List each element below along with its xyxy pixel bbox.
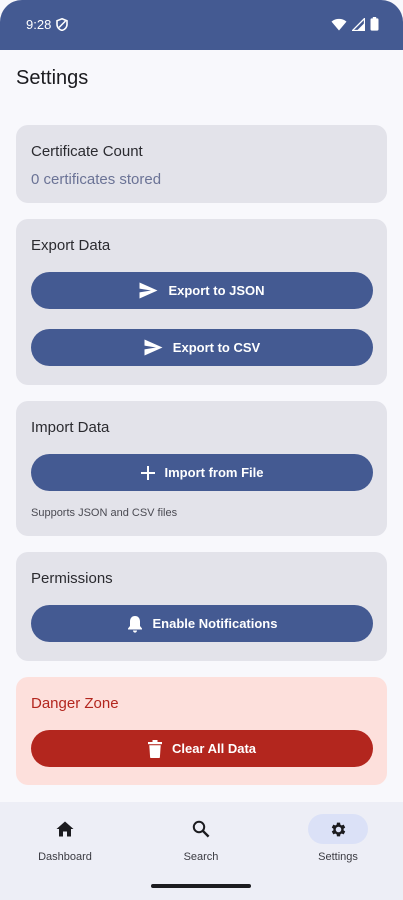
- send-icon: [144, 339, 163, 356]
- certificate-count-value: 0 certificates stored: [31, 171, 162, 188]
- clear-all-data-label: Clear All Data: [171, 741, 257, 756]
- status-right: [331, 17, 379, 31]
- clear-all-data-button[interactable]: Clear All Data: [31, 730, 373, 767]
- battery-icon: [370, 17, 379, 31]
- status-bar: 9:28: [0, 0, 403, 50]
- status-left: 9:28: [26, 16, 69, 32]
- export-csv-label: Export to CSV: [172, 340, 261, 355]
- danger-zone-title: Danger Zone: [31, 695, 119, 712]
- bell-icon: [127, 615, 142, 633]
- certificate-count-card: Certificate Count 0 certificates stored: [16, 125, 387, 203]
- export-data-title: Export Data: [31, 237, 111, 254]
- export-json-label: Export to JSON: [168, 283, 265, 298]
- vpn-shield-icon: [56, 17, 69, 31]
- nav-icon-container: [35, 814, 95, 844]
- nav-icon-container-active: [308, 814, 368, 844]
- nav-label-dashboard: Dashboard: [38, 851, 92, 863]
- permissions-card: Permissions Enable Notifications: [16, 552, 387, 661]
- import-hint: Supports JSON and CSV files: [31, 507, 178, 519]
- cellular-signal-icon: [352, 17, 365, 31]
- wifi-icon: [331, 18, 347, 30]
- trash-icon: [147, 739, 162, 758]
- export-json-button[interactable]: Export to JSON: [31, 272, 373, 309]
- import-data-card: Import Data Import from File Supports JS…: [16, 401, 387, 536]
- home-icon: [56, 821, 74, 837]
- nav-item-settings[interactable]: Settings: [298, 814, 378, 864]
- nav-label-settings: Settings: [318, 851, 358, 863]
- nav-item-search[interactable]: Search: [161, 814, 241, 864]
- page-title: Settings: [16, 67, 89, 89]
- enable-notifications-button[interactable]: Enable Notifications: [31, 605, 373, 642]
- import-file-button[interactable]: Import from File: [31, 454, 373, 491]
- import-file-label: Import from File: [164, 465, 264, 480]
- home-indicator[interactable]: [151, 884, 251, 888]
- nav-label-search: Search: [183, 851, 219, 863]
- nav-icon-container: [171, 814, 231, 844]
- danger-zone-card: Danger Zone Clear All Data: [16, 677, 387, 785]
- nav-item-dashboard[interactable]: Dashboard: [25, 814, 105, 864]
- search-icon: [192, 820, 210, 838]
- import-data-title: Import Data: [31, 419, 110, 436]
- plus-icon: [140, 465, 155, 480]
- export-data-card: Export Data Export to JSON Export to CSV: [16, 219, 387, 385]
- status-time: 9:28: [26, 16, 52, 32]
- send-icon: [139, 282, 158, 299]
- export-csv-button[interactable]: Export to CSV: [31, 329, 373, 366]
- enable-notifications-label: Enable Notifications: [152, 616, 278, 631]
- certificate-count-title: Certificate Count: [31, 143, 143, 160]
- permissions-title: Permissions: [31, 570, 113, 587]
- gear-icon: [331, 822, 345, 836]
